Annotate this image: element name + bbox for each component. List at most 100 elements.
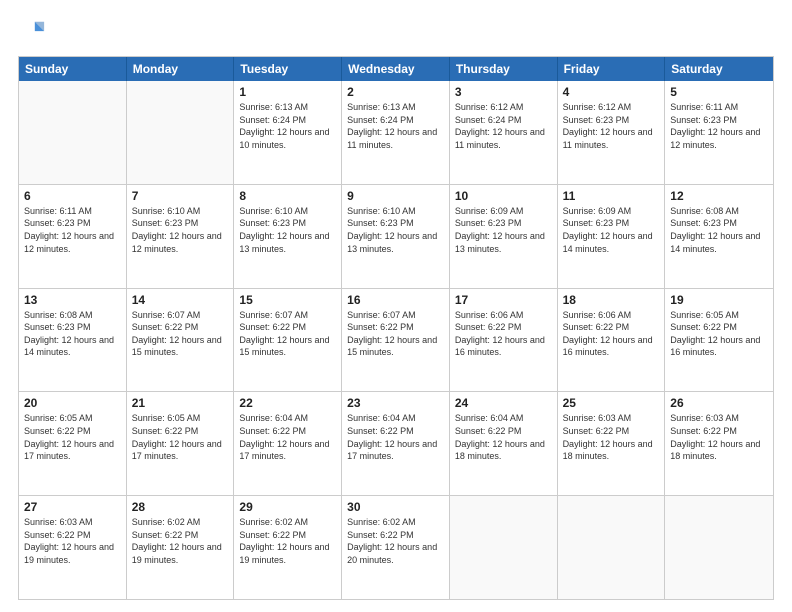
day-number: 16 (347, 293, 444, 307)
weekday-header: Thursday (450, 57, 558, 81)
day-number: 29 (239, 500, 336, 514)
calendar-cell: 7 Sunrise: 6:10 AM Sunset: 6:23 PM Daylig… (127, 185, 235, 288)
day-info: Sunrise: 6:10 AM Sunset: 6:23 PM Dayligh… (132, 205, 229, 255)
day-number: 3 (455, 85, 552, 99)
calendar-cell: 9 Sunrise: 6:10 AM Sunset: 6:23 PM Daylig… (342, 185, 450, 288)
day-info: Sunrise: 6:07 AM Sunset: 6:22 PM Dayligh… (239, 309, 336, 359)
day-info: Sunrise: 6:13 AM Sunset: 6:24 PM Dayligh… (347, 101, 444, 151)
day-number: 11 (563, 189, 660, 203)
calendar-cell: 2 Sunrise: 6:13 AM Sunset: 6:24 PM Daylig… (342, 81, 450, 184)
calendar-cell: 23Sunrise: 6:04 AM Sunset: 6:22 PM Dayli… (342, 392, 450, 495)
day-info: Sunrise: 6:10 AM Sunset: 6:23 PM Dayligh… (347, 205, 444, 255)
day-info: Sunrise: 6:12 AM Sunset: 6:23 PM Dayligh… (563, 101, 660, 151)
day-number: 9 (347, 189, 444, 203)
day-number: 14 (132, 293, 229, 307)
day-number: 24 (455, 396, 552, 410)
calendar-cell: 20Sunrise: 6:05 AM Sunset: 6:22 PM Dayli… (19, 392, 127, 495)
calendar-cell: 6 Sunrise: 6:11 AM Sunset: 6:23 PM Daylig… (19, 185, 127, 288)
day-number: 17 (455, 293, 552, 307)
calendar-cell: 5 Sunrise: 6:11 AM Sunset: 6:23 PM Daylig… (665, 81, 773, 184)
day-number: 26 (670, 396, 768, 410)
day-info: Sunrise: 6:11 AM Sunset: 6:23 PM Dayligh… (24, 205, 121, 255)
calendar-cell: 19 Sunrise: 6:05 AM Sunset: 6:22 PM Dayli… (665, 289, 773, 392)
calendar-cell: 16 Sunrise: 6:07 AM Sunset: 6:22 PM Dayli… (342, 289, 450, 392)
day-info: Sunrise: 6:12 AM Sunset: 6:24 PM Dayligh… (455, 101, 552, 151)
calendar-row: 6 Sunrise: 6:11 AM Sunset: 6:23 PM Daylig… (19, 184, 773, 288)
weekday-header: Saturday (665, 57, 773, 81)
weekday-header: Friday (558, 57, 666, 81)
logo-icon (18, 18, 46, 46)
day-number: 1 (239, 85, 336, 99)
day-info: Sunrise: 6:04 AM Sunset: 6:22 PM Dayligh… (455, 412, 552, 462)
day-info: Sunrise: 6:05 AM Sunset: 6:22 PM Dayligh… (132, 412, 229, 462)
calendar-cell: 4 Sunrise: 6:12 AM Sunset: 6:23 PM Daylig… (558, 81, 666, 184)
day-number: 2 (347, 85, 444, 99)
page: SundayMondayTuesdayWednesdayThursdayFrid… (0, 0, 792, 612)
day-info: Sunrise: 6:09 AM Sunset: 6:23 PM Dayligh… (563, 205, 660, 255)
calendar-cell: 24 Sunrise: 6:04 AM Sunset: 6:22 PM Dayli… (450, 392, 558, 495)
day-info: Sunrise: 6:06 AM Sunset: 6:22 PM Dayligh… (455, 309, 552, 359)
day-number: 4 (563, 85, 660, 99)
day-number: 8 (239, 189, 336, 203)
day-number: 15 (239, 293, 336, 307)
day-info: Sunrise: 6:09 AM Sunset: 6:23 PM Dayligh… (455, 205, 552, 255)
calendar-cell: 30Sunrise: 6:02 AM Sunset: 6:22 PM Dayli… (342, 496, 450, 599)
logo (18, 18, 50, 46)
calendar-cell: 14 Sunrise: 6:07 AM Sunset: 6:22 PM Dayli… (127, 289, 235, 392)
day-info: Sunrise: 6:02 AM Sunset: 6:22 PM Dayligh… (132, 516, 229, 566)
calendar-row: 27 Sunrise: 6:03 AM Sunset: 6:22 PM Dayli… (19, 495, 773, 599)
day-number: 28 (132, 500, 229, 514)
calendar-cell: 27 Sunrise: 6:03 AM Sunset: 6:22 PM Dayli… (19, 496, 127, 599)
day-number: 7 (132, 189, 229, 203)
calendar-cell: 11 Sunrise: 6:09 AM Sunset: 6:23 PM Dayli… (558, 185, 666, 288)
day-info: Sunrise: 6:06 AM Sunset: 6:22 PM Dayligh… (563, 309, 660, 359)
calendar-row: 20 Sunrise: 6:05 AM Sunset: 6:22 PM Dayli… (19, 391, 773, 495)
day-number: 5 (670, 85, 768, 99)
day-info: Sunrise: 6:03 AM Sunset: 6:22 PM Dayligh… (670, 412, 768, 462)
calendar-row: 13Sunrise: 6:08 AM Sunset: 6:23 PM Dayli… (19, 288, 773, 392)
calendar-cell: 15 Sunrise: 6:07 AM Sunset: 6:22 PM Dayli… (234, 289, 342, 392)
day-number: 21 (132, 396, 229, 410)
day-info: Sunrise: 6:02 AM Sunset: 6:22 PM Dayligh… (239, 516, 336, 566)
day-number: 30 (347, 500, 444, 514)
day-number: 20 (24, 396, 121, 410)
calendar: SundayMondayTuesdayWednesdayThursdayFrid… (18, 56, 774, 600)
day-info: Sunrise: 6:03 AM Sunset: 6:22 PM Dayligh… (563, 412, 660, 462)
weekday-header: Tuesday (234, 57, 342, 81)
header (18, 18, 774, 46)
day-number: 22 (239, 396, 336, 410)
calendar-cell: 29 Sunrise: 6:02 AM Sunset: 6:22 PM Dayli… (234, 496, 342, 599)
calendar-cell (558, 496, 666, 599)
calendar-cell: 17 Sunrise: 6:06 AM Sunset: 6:22 PM Dayli… (450, 289, 558, 392)
calendar-cell: 18Sunrise: 6:06 AM Sunset: 6:22 PM Dayli… (558, 289, 666, 392)
calendar-header: SundayMondayTuesdayWednesdayThursdayFrid… (19, 57, 773, 81)
calendar-cell (450, 496, 558, 599)
day-number: 27 (24, 500, 121, 514)
day-number: 25 (563, 396, 660, 410)
day-info: Sunrise: 6:08 AM Sunset: 6:23 PM Dayligh… (670, 205, 768, 255)
day-info: Sunrise: 6:03 AM Sunset: 6:22 PM Dayligh… (24, 516, 121, 566)
calendar-cell: 13Sunrise: 6:08 AM Sunset: 6:23 PM Dayli… (19, 289, 127, 392)
calendar-cell: 22 Sunrise: 6:04 AM Sunset: 6:22 PM Dayli… (234, 392, 342, 495)
calendar-cell: 25 Sunrise: 6:03 AM Sunset: 6:22 PM Dayli… (558, 392, 666, 495)
calendar-cell (665, 496, 773, 599)
day-info: Sunrise: 6:07 AM Sunset: 6:22 PM Dayligh… (347, 309, 444, 359)
day-info: Sunrise: 6:13 AM Sunset: 6:24 PM Dayligh… (239, 101, 336, 151)
calendar-cell: 26 Sunrise: 6:03 AM Sunset: 6:22 PM Dayli… (665, 392, 773, 495)
weekday-header: Sunday (19, 57, 127, 81)
calendar-cell: 3 Sunrise: 6:12 AM Sunset: 6:24 PM Daylig… (450, 81, 558, 184)
day-info: Sunrise: 6:11 AM Sunset: 6:23 PM Dayligh… (670, 101, 768, 151)
calendar-cell: 28 Sunrise: 6:02 AM Sunset: 6:22 PM Dayli… (127, 496, 235, 599)
calendar-cell: 21 Sunrise: 6:05 AM Sunset: 6:22 PM Dayli… (127, 392, 235, 495)
day-info: Sunrise: 6:04 AM Sunset: 6:22 PM Dayligh… (239, 412, 336, 462)
day-number: 12 (670, 189, 768, 203)
day-number: 19 (670, 293, 768, 307)
day-info: Sunrise: 6:07 AM Sunset: 6:22 PM Dayligh… (132, 309, 229, 359)
calendar-cell: 8 Sunrise: 6:10 AM Sunset: 6:23 PM Daylig… (234, 185, 342, 288)
calendar-body: 1 Sunrise: 6:13 AM Sunset: 6:24 PM Daylig… (19, 81, 773, 599)
day-number: 6 (24, 189, 121, 203)
day-info: Sunrise: 6:05 AM Sunset: 6:22 PM Dayligh… (670, 309, 768, 359)
day-number: 23 (347, 396, 444, 410)
day-info: Sunrise: 6:08 AM Sunset: 6:23 PM Dayligh… (24, 309, 121, 359)
day-info: Sunrise: 6:10 AM Sunset: 6:23 PM Dayligh… (239, 205, 336, 255)
